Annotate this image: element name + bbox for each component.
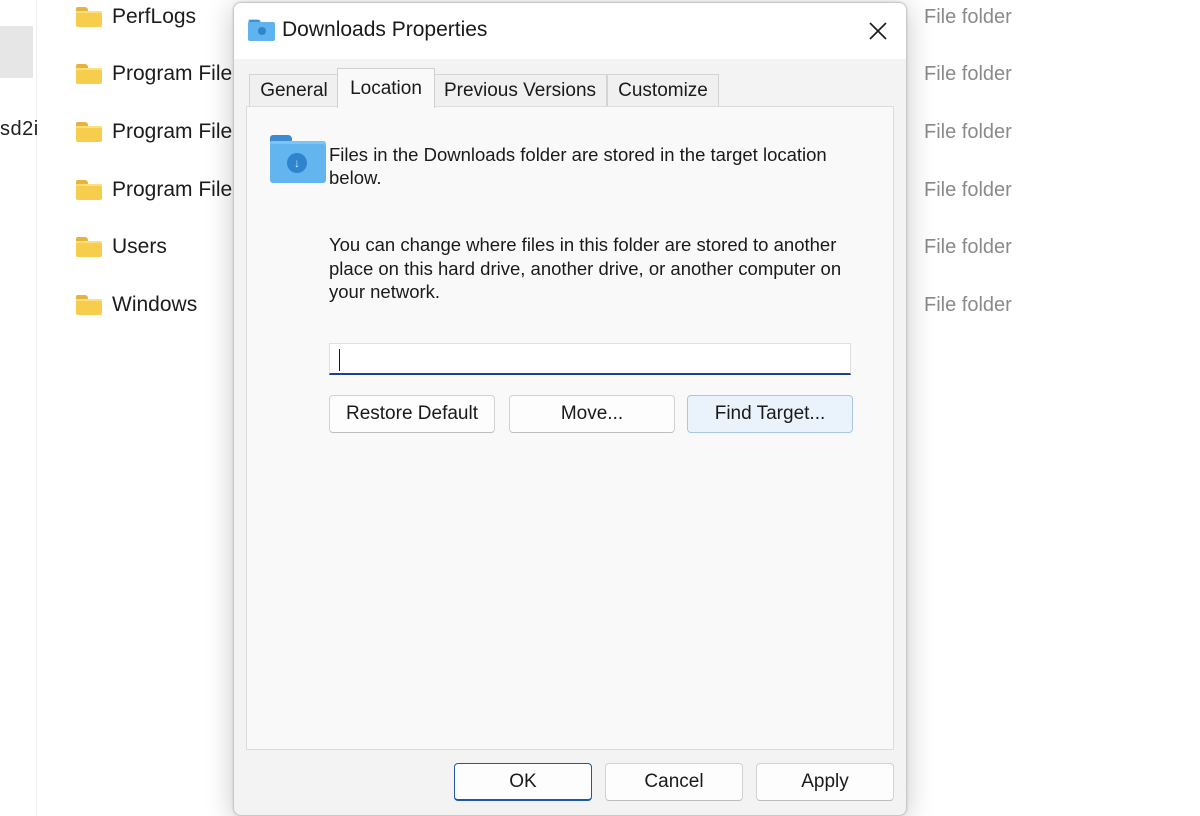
file-name: Program File xyxy=(112,120,233,143)
downloads-folder-icon xyxy=(248,19,275,41)
downloads-folder-icon: ↓ xyxy=(270,135,326,185)
close-icon xyxy=(869,22,887,40)
folder-icon xyxy=(76,122,102,142)
location-info-text: Files in the Downloads folder are stored… xyxy=(329,144,827,188)
file-type: File folder xyxy=(924,6,1012,28)
cancel-button[interactable]: Cancel xyxy=(605,763,743,801)
file-row-program-files-2[interactable]: Program File xyxy=(76,117,232,147)
apply-button[interactable]: Apply xyxy=(756,763,894,801)
file-type: File folder xyxy=(924,236,1012,258)
location-path-input[interactable] xyxy=(329,343,851,375)
tab-location[interactable]: Location xyxy=(337,68,435,108)
tab-bar: General Location Previous Versions Custo… xyxy=(234,59,906,108)
location-description-text: You can change where files in this folde… xyxy=(329,234,842,302)
find-target-button[interactable]: Find Target... xyxy=(687,395,853,433)
restore-default-button[interactable]: Restore Default xyxy=(329,395,495,433)
close-button[interactable] xyxy=(860,13,896,49)
folder-icon xyxy=(76,64,102,84)
folder-icon xyxy=(76,237,102,257)
navigation-pane: sd2i xyxy=(0,0,39,816)
file-name: Program File xyxy=(112,62,233,85)
tab-customize[interactable]: Customize xyxy=(607,74,719,107)
file-name: Windows xyxy=(112,293,198,316)
ok-button[interactable]: OK xyxy=(454,763,592,801)
file-row-perflogs[interactable]: PerfLogs xyxy=(76,2,196,32)
file-row-users[interactable]: Users xyxy=(76,232,167,262)
folder-icon xyxy=(76,180,102,200)
tab-previous-versions[interactable]: Previous Versions xyxy=(433,74,607,107)
file-type: File folder xyxy=(924,63,1012,85)
nav-selected-item[interactable] xyxy=(0,26,33,78)
file-type: File folder xyxy=(924,179,1012,201)
nav-item-fragment[interactable]: sd2i xyxy=(0,118,39,141)
file-name: Program File xyxy=(112,178,233,201)
file-row-windows[interactable]: Windows xyxy=(76,290,197,320)
folder-icon xyxy=(76,7,102,27)
title-bar[interactable]: Downloads Properties xyxy=(234,3,906,59)
file-name: PerfLogs xyxy=(112,5,197,28)
file-type: File folder xyxy=(924,121,1012,143)
file-row-program-files-1[interactable]: Program File xyxy=(76,59,232,89)
folder-icon xyxy=(76,295,102,315)
text-caret xyxy=(339,349,340,371)
file-row-program-files-3[interactable]: Program File xyxy=(76,175,232,205)
move-button[interactable]: Move... xyxy=(509,395,675,433)
tab-general[interactable]: General xyxy=(249,74,339,107)
file-name: Users xyxy=(112,235,167,258)
file-type: File folder xyxy=(924,294,1012,316)
dialog-title: Downloads Properties xyxy=(282,18,488,41)
properties-dialog: Downloads Properties General Location Pr… xyxy=(233,2,907,816)
location-tab-panel: ↓ Files in the Downloads folder are stor… xyxy=(246,106,894,750)
